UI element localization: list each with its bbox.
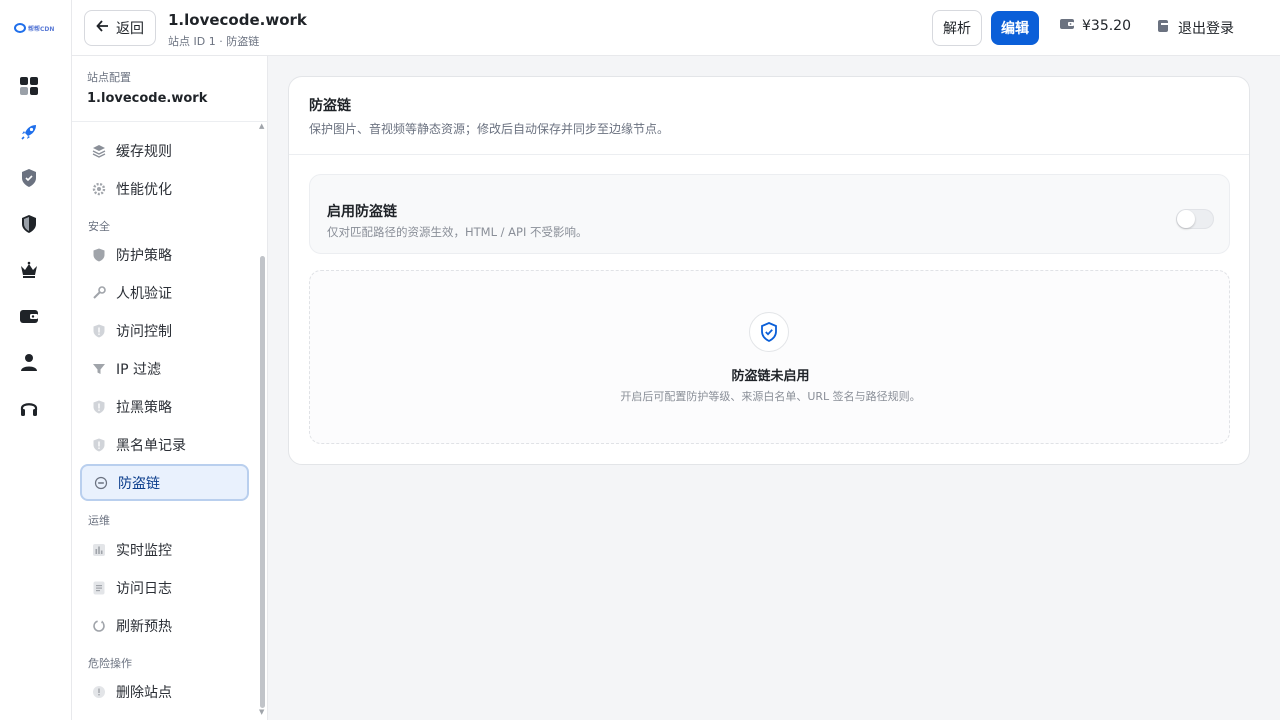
sidebar-item-protection-policy[interactable]: 防护策略 [80,237,249,273]
shield-alert-icon [92,438,106,452]
enable-hotlink-toggle[interactable] [1176,209,1214,229]
sidebar-item-label: 缓存规则 [116,144,172,160]
setting-description: 仅对匹配路径的资源生效，HTML / API 不受影响。 [327,225,588,239]
sidebar-item-label: 访问日志 [116,581,172,597]
wallet-icon [1060,18,1074,34]
wallet-icon[interactable] [18,305,40,327]
shield-check-icon[interactable] [18,167,40,189]
sidebar-item-access-control[interactable]: 访问控制 [80,313,249,349]
toggle-knob [1177,210,1195,228]
setting-title: 启用防盗链 [327,204,397,220]
bar-chart-icon [92,543,106,557]
sidebar-item-refresh-preheat[interactable]: 刷新预热 [80,608,249,644]
sidebar-item-delete-site[interactable]: 删除站点 [80,674,249,710]
headset-icon[interactable] [18,397,40,419]
crown-icon[interactable] [18,259,40,281]
logo-mark-icon [14,23,26,33]
user-icon[interactable] [18,351,40,373]
sidebar-site-name: 1.lovecode.work [87,91,208,106]
empty-state-description: 开启后可配置防护等级、来源白名单、URL 签名与路径规则。 [620,390,921,403]
sidebar-item-label: 刷新预热 [116,619,172,635]
section-label-danger: 危险操作 [88,657,132,670]
empty-state: 防盗链未启用 开启后可配置防护等级、来源白名单、URL 签名与路径规则。 [309,270,1230,444]
sidebar-item-ip-filter[interactable]: IP 过滤 [80,351,249,387]
sidebar-item-label: 删除站点 [116,685,172,701]
page-title: 1.lovecode.work [168,11,307,29]
dashboard-icon[interactable] [18,75,40,97]
sidebar-item-label: 性能优化 [116,182,172,198]
sidebar-item-block-policy[interactable]: 拉黑策略 [80,389,249,425]
edit-button[interactable]: 编辑 [991,11,1039,45]
sidebar-item-label: 拉黑策略 [116,400,172,416]
refresh-icon [92,619,106,633]
logout-icon [1158,19,1170,37]
shield-alert-icon [92,324,106,338]
shield-icon [92,248,106,262]
alert-circle-icon [92,685,106,699]
app-logo[interactable]: 帮帮CDN [14,20,58,36]
sidebar-item-label: 防护策略 [116,248,172,264]
logo-text: 帮帮CDN [28,25,55,33]
sidebar-item-label: 访问控制 [116,324,172,340]
card-description: 保护图片、音视频等静态资源；修改后自动保存并同步至边缘节点。 [309,122,670,136]
arrow-left-icon [96,19,110,37]
rocket-icon[interactable] [18,121,40,143]
enable-hotlink-setting: 启用防盗链 仅对匹配路径的资源生效，HTML / API 不受影响。 [309,174,1230,254]
sidebar-item-label: 实时监控 [116,543,172,559]
divider [72,121,268,122]
shield-half-icon[interactable] [18,213,40,235]
sidebar-item-cache-rules[interactable]: 缓存规则 [80,133,249,169]
sidebar-item-realtime-monitor[interactable]: 实时监控 [80,532,249,568]
wrench-icon [92,286,106,300]
sidebar-scrollbar[interactable] [260,256,265,708]
sidebar-header-label: 站点配置 [87,71,131,84]
gear-icon [92,182,106,196]
logout-label: 退出登录 [1178,21,1234,37]
sidebar-item-blacklist-records[interactable]: 黑名单记录 [80,427,249,463]
page-subtitle: 站点 ID 1 · 防盗链 [168,35,260,48]
balance-display[interactable]: ¥35.20 [1060,18,1131,34]
section-label-ops: 运维 [88,514,110,527]
layers-icon [92,144,106,158]
balance-amount: ¥35.20 [1082,18,1131,34]
shield-alert-icon [92,400,106,414]
scroll-up-icon[interactable]: ▲ [259,122,264,130]
sidebar-item-label: IP 过滤 [116,362,162,378]
filter-icon [92,362,106,376]
resolve-button[interactable]: 解析 [932,10,982,46]
back-label: 返回 [116,21,144,37]
sidebar-item-label: 黑名单记录 [116,438,186,454]
link-icon [94,476,108,490]
scroll-down-icon[interactable]: ▼ [259,708,264,716]
sidebar-item-hotlink-protection[interactable]: 防盗链 [80,464,249,501]
hotlink-settings-card: 防盗链 保护图片、音视频等静态资源；修改后自动保存并同步至边缘节点。 启用防盗链… [288,76,1250,465]
sidebar-item-access-logs[interactable]: 访问日志 [80,570,249,606]
sidebar-item-label: 防盗链 [118,475,160,492]
empty-state-title: 防盗链未启用 [731,369,810,384]
shield-check-icon [749,312,789,352]
logout-button[interactable]: 退出登录 [1158,18,1234,38]
card-title: 防盗链 [309,98,351,114]
back-button[interactable]: 返回 [84,10,156,46]
sidebar-item-captcha[interactable]: 人机验证 [80,275,249,311]
settings-sidebar: 站点配置 1.lovecode.work 缓存规则 性能优化 安全 防护策略 人… [72,56,268,720]
sidebar-item-label: 人机验证 [116,286,172,302]
section-label-security: 安全 [88,220,110,233]
app-rail: 帮帮CDN [0,0,72,720]
sidebar-item-performance[interactable]: 性能优化 [80,171,249,207]
divider [289,154,1249,155]
document-icon [92,581,106,595]
top-bar: 返回 1.lovecode.work 站点 ID 1 · 防盗链 解析 编辑 ¥… [72,0,1280,56]
